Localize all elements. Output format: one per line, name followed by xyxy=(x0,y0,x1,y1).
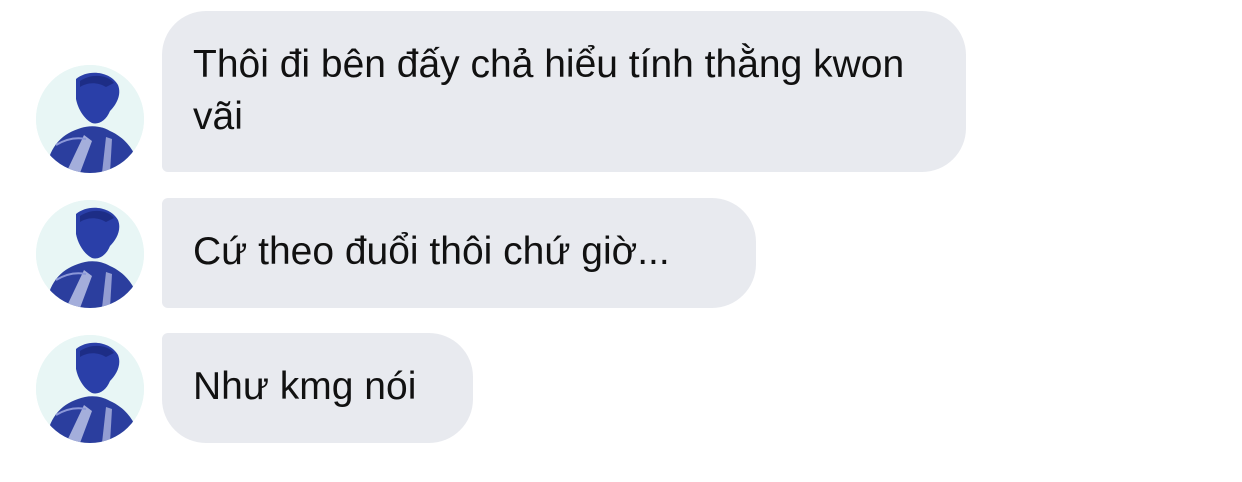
message-text: Thôi đi bên đấy chả hiểu tính thằng kwon… xyxy=(193,43,905,138)
message-text: Như kmg nói xyxy=(193,365,417,408)
profile-photo-icon xyxy=(36,65,144,173)
message-bubble[interactable]: Thôi đi bên đấy chả hiểu tính thằng kwon… xyxy=(162,11,966,172)
sender-avatar[interactable] xyxy=(36,335,144,443)
message-bubble[interactable]: Cứ theo đuổi thôi chứ giờ... xyxy=(162,198,756,308)
message-text: Cứ theo đuổi thôi chứ giờ... xyxy=(193,230,670,273)
profile-photo-icon xyxy=(36,200,144,308)
message-bubble[interactable]: Như kmg nói xyxy=(162,333,473,443)
sender-avatar[interactable] xyxy=(36,65,144,173)
sender-avatar[interactable] xyxy=(36,200,144,308)
profile-photo-icon xyxy=(36,335,144,443)
